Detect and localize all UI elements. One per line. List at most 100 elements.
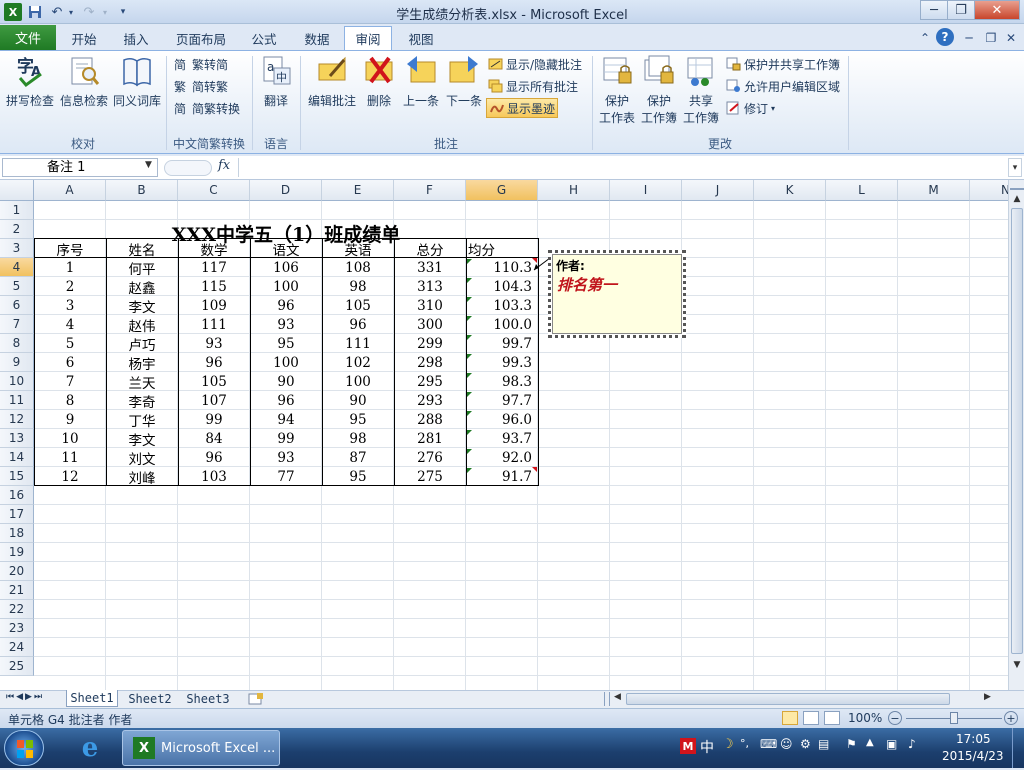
row-header-19[interactable]: 19 xyxy=(0,543,34,562)
protect-sheet-button[interactable]: 保护 工作表 xyxy=(596,54,638,126)
column-header-m[interactable]: M xyxy=(898,180,970,201)
table-cell[interactable]: 1 xyxy=(34,258,106,277)
table-cell[interactable]: 何平 xyxy=(106,258,178,278)
vertical-scroll-thumb[interactable] xyxy=(1011,208,1023,654)
table-cell[interactable]: 77 xyxy=(250,467,322,486)
scroll-down-icon[interactable]: ▼ xyxy=(1010,658,1024,672)
table-cell[interactable]: 93 xyxy=(178,334,250,353)
column-header-g[interactable]: G xyxy=(466,180,538,201)
clock-date[interactable]: 2015/4/23 xyxy=(942,749,1004,763)
table-cell[interactable]: 4 xyxy=(34,315,106,334)
row-header-8[interactable]: 8 xyxy=(0,334,34,353)
table-cell[interactable]: 96 xyxy=(250,391,322,410)
scroll-right-icon[interactable]: ▶ xyxy=(984,692,991,702)
table-cell[interactable]: 100 xyxy=(250,353,322,372)
table-cell[interactable]: 95 xyxy=(250,334,322,353)
table-cell[interactable]: 111 xyxy=(322,334,394,353)
chinese-conversion-button[interactable]: 简 简繁转换 xyxy=(174,98,240,118)
table-cell[interactable]: 331 xyxy=(394,258,466,277)
table-cell[interactable]: 5 xyxy=(34,334,106,353)
average-cell[interactable]: 97.7 xyxy=(466,391,538,410)
translate-button[interactable]: a中 翻译 xyxy=(256,54,296,109)
sheet-tab-3[interactable]: Sheet3 xyxy=(182,690,234,707)
page-break-preview-icon[interactable] xyxy=(824,711,840,725)
table-cell[interactable]: 313 xyxy=(394,277,466,296)
table-cell[interactable]: 李文 xyxy=(106,296,178,316)
table-cell[interactable]: 3 xyxy=(34,296,106,315)
column-header-i[interactable]: I xyxy=(610,180,682,201)
table-cell[interactable]: 299 xyxy=(394,334,466,353)
table-cell[interactable]: 94 xyxy=(250,410,322,429)
thesaurus-button[interactable]: 同义词库 xyxy=(112,54,162,109)
punctuation-icon[interactable]: °, xyxy=(740,737,749,750)
table-cell[interactable]: 300 xyxy=(394,315,466,334)
internet-explorer-icon[interactable]: e xyxy=(70,731,110,765)
vertical-scrollbar[interactable]: ▲ ▼ xyxy=(1008,180,1024,690)
show-hidden-icons[interactable]: ▲ xyxy=(866,737,874,748)
start-button[interactable] xyxy=(4,730,44,766)
insert-sheet-icon[interactable] xyxy=(244,690,268,707)
row-header-15[interactable]: 15 xyxy=(0,467,34,486)
minimize-ribbon-icon[interactable]: ⌃ xyxy=(916,29,934,47)
tab-review[interactable]: 审阅 xyxy=(344,26,392,50)
tab-home[interactable]: 开始 xyxy=(60,26,108,50)
table-cell[interactable]: 95 xyxy=(322,410,394,429)
average-cell[interactable]: 103.3 xyxy=(466,296,538,315)
table-cell[interactable]: 84 xyxy=(178,429,250,448)
table-cell[interactable]: 298 xyxy=(394,353,466,372)
column-header-n[interactable]: N xyxy=(970,180,1008,201)
average-cell[interactable]: 99.7 xyxy=(466,334,538,353)
table-cell[interactable]: 96 xyxy=(178,448,250,467)
table-cell[interactable]: 李文 xyxy=(106,429,178,449)
table-cell[interactable]: 100 xyxy=(250,277,322,296)
table-cell[interactable]: 98 xyxy=(322,429,394,448)
name-box-dropdown-icon[interactable]: ▼ xyxy=(145,160,152,170)
row-header-2[interactable]: 2 xyxy=(0,220,34,239)
notification-icon[interactable]: ⚑ xyxy=(846,737,857,751)
average-cell[interactable]: 98.3 xyxy=(466,372,538,391)
average-cell[interactable]: 92.0 xyxy=(466,448,538,467)
show-all-comments-button[interactable]: 显示所有批注 xyxy=(488,76,578,96)
clock-time[interactable]: 17:05 xyxy=(956,732,991,746)
scroll-left-icon[interactable]: ◀ xyxy=(614,692,621,702)
row-header-17[interactable]: 17 xyxy=(0,505,34,524)
table-cell[interactable]: 87 xyxy=(322,448,394,467)
workbook-close-icon[interactable]: ✕ xyxy=(1002,29,1020,47)
row-header-10[interactable]: 10 xyxy=(0,372,34,391)
column-header-l[interactable]: L xyxy=(826,180,898,201)
column-header-a[interactable]: A xyxy=(34,180,106,201)
edit-comment-button[interactable]: 编辑批注 xyxy=(304,54,360,109)
close-button[interactable]: ✕ xyxy=(974,0,1020,20)
row-header-21[interactable]: 21 xyxy=(0,581,34,600)
taskbar-excel-button[interactable]: X Microsoft Excel ... xyxy=(122,730,280,766)
table-cell[interactable]: 293 xyxy=(394,391,466,410)
show-ink-button[interactable]: 显示墨迹 xyxy=(486,98,559,118)
table-cell[interactable]: 310 xyxy=(394,296,466,315)
moon-icon[interactable]: ☽ xyxy=(722,737,734,752)
table-cell[interactable]: 276 xyxy=(394,448,466,467)
row-header-24[interactable]: 24 xyxy=(0,638,34,657)
table-cell[interactable]: 兰天 xyxy=(106,372,178,392)
zoom-level[interactable]: 100% xyxy=(848,711,882,725)
normal-view-icon[interactable] xyxy=(782,711,798,725)
average-cell[interactable]: 93.7 xyxy=(466,429,538,448)
network-icon[interactable]: ▣ xyxy=(886,737,897,751)
tab-formulas[interactable]: 公式 xyxy=(240,26,288,50)
spell-check-button[interactable]: 字A 拼写检查 xyxy=(4,54,56,109)
row-header-7[interactable]: 7 xyxy=(0,315,34,334)
table-cell[interactable]: 117 xyxy=(178,258,250,277)
average-cell[interactable]: 91.7 xyxy=(466,467,538,486)
average-cell[interactable]: 99.3 xyxy=(466,353,538,372)
row-header-6[interactable]: 6 xyxy=(0,296,34,315)
column-header-b[interactable]: B xyxy=(106,180,178,201)
input-method-language[interactable]: 中 xyxy=(700,737,714,757)
scroll-up-icon[interactable]: ▲ xyxy=(1010,192,1024,206)
input-method-logo-icon[interactable]: M xyxy=(680,738,696,754)
table-cell[interactable]: 93 xyxy=(250,448,322,467)
allow-edit-ranges-button[interactable]: 允许用户编辑区域 xyxy=(726,76,840,96)
delete-comment-button[interactable]: 删除 xyxy=(362,54,396,109)
average-cell[interactable]: 110.3 xyxy=(466,258,538,277)
row-header-20[interactable]: 20 xyxy=(0,562,34,581)
table-cell[interactable]: 刘文 xyxy=(106,448,178,468)
tab-insert[interactable]: 插入 xyxy=(112,26,160,50)
